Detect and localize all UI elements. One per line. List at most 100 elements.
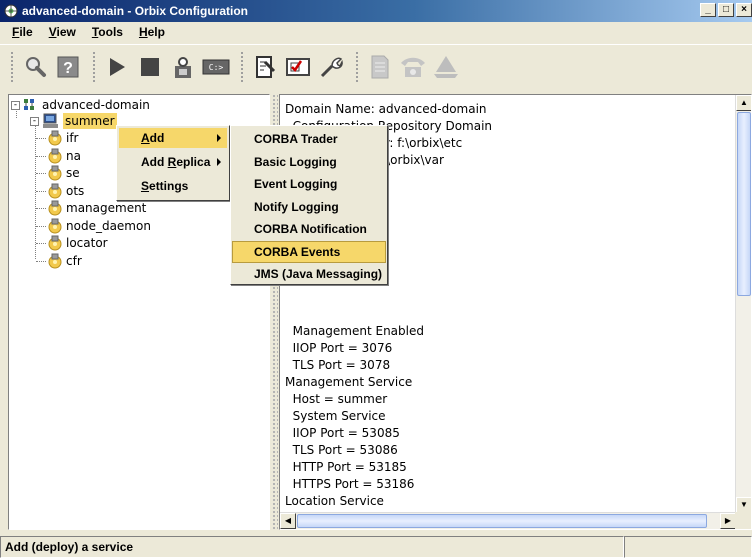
collapse-toggle[interactable]: - (11, 100, 20, 110)
validate-button[interactable] (283, 52, 313, 82)
scroll-up-button[interactable]: ▲ (736, 95, 751, 111)
details-line: TLS Port = 53086 (285, 442, 398, 457)
host-computer-icon (43, 113, 58, 128)
context-menu: Add Add Replica Settings (116, 125, 230, 201)
tools-button[interactable] (316, 52, 346, 82)
document-icon (371, 55, 389, 78)
window-title: advanced-domain - Orbix Configuration (22, 4, 249, 18)
console-icon: C:> (202, 59, 230, 74)
close-button[interactable]: × (736, 3, 752, 17)
toolbar-separator (92, 50, 96, 83)
context-menu-settings[interactable]: Settings (119, 176, 227, 196)
context-menu-add[interactable]: Add (119, 128, 227, 148)
service-icon (48, 148, 62, 163)
submenu-item-corba-events[interactable]: CORBA Events (232, 240, 386, 263)
service-icon (48, 165, 62, 181)
details-line: Management Service (285, 374, 413, 389)
minimize-button[interactable]: _ (700, 3, 716, 17)
submenu-item-notify-logging[interactable]: Notify Logging (232, 196, 386, 218)
stop-icon (141, 57, 159, 76)
horizontal-scrollbar[interactable]: ◀ ▶ (280, 512, 736, 529)
tree-connector (35, 125, 36, 259)
submenu-item-basic-logging[interactable]: Basic Logging (232, 151, 386, 173)
tree-label-service: na (66, 148, 81, 163)
tree-connector (36, 243, 46, 244)
vertical-scrollbar[interactable]: ▲ ▼ (735, 95, 751, 513)
status-text: Add (deploy) a service (0, 536, 624, 558)
tree-item-service[interactable]: se (47, 165, 80, 181)
submenu-arrow-icon (217, 134, 221, 142)
submenu-item-jms-java-messaging[interactable]: JMS (Java Messaging) (232, 263, 386, 285)
tree-item-service[interactable]: node_daemon (47, 218, 151, 234)
title-bar[interactable]: advanced-domain - Orbix Configuration _ … (0, 0, 752, 22)
document-button[interactable] (365, 52, 395, 82)
deploy-button[interactable] (168, 52, 198, 82)
service-icon (48, 253, 62, 268)
stop-button[interactable] (135, 52, 165, 82)
horizontal-scroll-thumb[interactable] (297, 514, 707, 528)
ship-icon (434, 55, 458, 78)
details-line: HTTPS Port = 53186 (285, 477, 415, 492)
details-line: Management Enabled (285, 323, 424, 338)
details-line: Domain Name: advanced-domain (285, 102, 487, 116)
toolbar-grip[interactable] (10, 50, 14, 83)
tree-connector (36, 155, 46, 157)
menu-tools[interactable]: Tools (84, 25, 131, 39)
menu-help[interactable]: Help (131, 25, 173, 39)
submenu-item-corba-trader[interactable]: CORBA Trader (232, 128, 386, 150)
tree-item-domain[interactable]: - advanced-domain (11, 97, 150, 113)
tree-label-service: ifr (66, 131, 79, 145)
toolbar-separator (355, 50, 359, 83)
service-icon (48, 130, 62, 146)
tree-label-host: summer (63, 113, 117, 129)
menu-bar: File View Tools Help (0, 22, 752, 42)
tree-item-service[interactable]: locator (47, 235, 108, 251)
tree-item-service[interactable]: management (47, 200, 146, 216)
tools-icon (320, 57, 343, 77)
tree-item-service[interactable]: ifr (47, 130, 79, 146)
status-bar: Add (deploy) a service (0, 536, 752, 558)
details-line: System Service (285, 408, 386, 423)
properties-button[interactable] (250, 52, 280, 82)
tree-item-service[interactable]: ots (47, 183, 84, 199)
maximize-button[interactable]: □ (718, 3, 734, 17)
submenu-item-corba-notification[interactable]: CORBA Notification (232, 218, 386, 240)
scroll-left-button[interactable]: ◀ (280, 513, 296, 529)
service-icon (48, 183, 62, 198)
tree-connector (36, 260, 46, 262)
submenu-item-event-logging[interactable]: Event Logging (232, 173, 386, 195)
tree-connector (36, 208, 46, 209)
scroll-right-button[interactable]: ▶ (720, 513, 736, 529)
start-button[interactable] (102, 52, 132, 82)
search-icon (26, 56, 46, 77)
context-menu-add-replica[interactable]: Add Replica (119, 152, 227, 172)
tree-item-host[interactable]: - summer (30, 113, 117, 129)
menu-file[interactable]: File (4, 25, 41, 39)
details-line: HTTP Port = 53185 (285, 459, 407, 474)
search-button[interactable] (20, 52, 50, 82)
tree-item-service[interactable]: cfr (47, 253, 82, 269)
console-button[interactable]: C:> (201, 52, 231, 82)
help-button[interactable]: ? (53, 52, 83, 82)
tree-item-service[interactable]: na (47, 148, 81, 164)
telephone-button[interactable] (398, 52, 428, 82)
collapse-toggle[interactable]: - (30, 116, 39, 126)
window-controls: _ □ × (700, 3, 752, 17)
details-line (285, 289, 492, 306)
ship-button[interactable] (431, 52, 461, 82)
tree-label-service: se (66, 166, 80, 180)
details-line: IIOP Port = 53085 (285, 425, 400, 440)
vertical-scroll-thumb[interactable] (737, 112, 751, 296)
validate-icon (286, 57, 310, 76)
toolbar-separator (240, 50, 244, 83)
tree-label-service: ots (66, 183, 85, 198)
service-icon (48, 218, 62, 233)
service-icon (48, 200, 62, 216)
tree-connector (36, 190, 46, 192)
status-secondary (624, 536, 752, 558)
menu-view[interactable]: View (41, 25, 84, 39)
tree-connector (36, 138, 46, 139)
tree-label-service: node_daemon (66, 218, 151, 233)
scroll-down-button[interactable]: ▼ (736, 497, 751, 513)
service-icon (48, 235, 62, 251)
